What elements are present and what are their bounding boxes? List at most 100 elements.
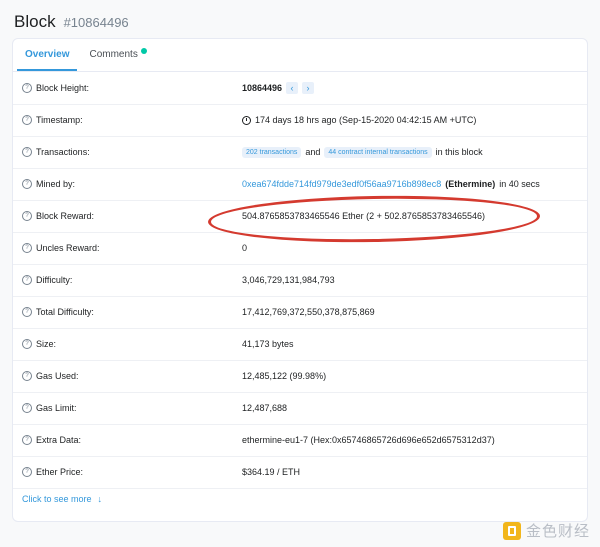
page-header: Block #10864496 [14,12,129,36]
see-more-label: Click to see more [22,494,92,504]
row-ether-price: ? Ether Price: $364.19 / ETH [13,456,587,489]
block-details-card: Overview Comments ? Block Height: 108644… [12,38,588,522]
see-more-link[interactable]: Click to see more ↓ [22,494,102,504]
row-value: 174 days 18 hrs ago (Sep-15-2020 04:42:1… [242,115,476,125]
uncles-reward-value: 0 [242,243,248,253]
question-icon[interactable]: ? [22,243,32,253]
page-title: Block [14,12,56,31]
row-label: ? Size: [22,339,56,349]
row-block-reward: ? Block Reward: 504.8765853783465546 Eth… [13,200,587,233]
row-difficulty: ? Difficulty: 3,046,729,131,984,793 [13,264,587,297]
gas-used-label: Gas Used: [36,371,79,381]
question-icon[interactable]: ? [22,435,32,445]
block-height-label: Block Height: [36,83,90,93]
question-icon[interactable]: ? [22,115,32,125]
clock-icon [242,115,251,125]
question-icon[interactable]: ? [22,83,32,93]
uncles-reward-label: Uncles Reward: [36,243,100,253]
question-icon[interactable]: ? [22,403,32,413]
row-label: ? Extra Data: [22,435,81,445]
row-block-height: ? Block Height: 10864496 ‹ › [13,72,587,105]
gas-limit-value: 12,487,688 [242,403,288,413]
internal-transactions-badge[interactable]: 44 contract internal transactions [324,146,432,158]
comments-indicator-dot [140,48,147,54]
timestamp-label: Timestamp: [36,115,83,125]
transactions-badge[interactable]: 202 transactions [242,146,302,158]
gas-limit-label: Gas Limit: [36,403,77,413]
row-value: 41,173 bytes [242,339,294,349]
row-label: ? Block Reward: [22,211,94,221]
row-value: 12,487,688 [242,403,287,413]
difficulty-value: 3,046,729,131,984,793 [242,275,335,285]
miner-name: (Ethermine) [445,179,496,189]
row-uncles-reward: ? Uncles Reward: 0 [13,232,587,265]
mined-by-suffix: in 40 secs [499,179,540,189]
mined-by-label: Mined by: [36,179,76,189]
miner-address-link[interactable]: 0xea674fdde714fd979de3edf0f56aa9716b898e… [242,179,441,189]
row-label: ? Difficulty: [22,275,72,285]
difficulty-label: Difficulty: [36,275,73,285]
size-value: 41,173 bytes [242,339,294,349]
row-value: 17,412,769,372,550,378,875,869 [242,307,375,317]
row-total-difficulty: ? Total Difficulty: 17,412,769,372,550,3… [13,296,587,329]
row-extra-data: ? Extra Data: ethermine-eu1-7 (Hex:0x657… [13,424,587,457]
question-icon[interactable]: ? [22,179,32,189]
row-label: ? Mined by: [22,179,75,189]
extra-data-label: Extra Data: [36,435,82,445]
row-value: ethermine-eu1-7 (Hex:0x65746865726d696e6… [242,435,495,445]
row-value: $364.19 / ETH [242,467,300,477]
total-difficulty-label: Total Difficulty: [36,307,94,317]
gas-used-value: 12,485,122 (99.98%) [242,371,327,381]
row-label: ? Gas Limit: [22,403,77,413]
row-label: ? Gas Used: [22,371,79,381]
transactions-label: Transactions: [36,147,90,157]
block-id: #10864496 [63,15,129,30]
ether-price-value: $364.19 / ETH [242,467,301,477]
row-value: 504.8765853783465546 Ether (2 + 502.8765… [242,211,485,221]
tab-comments-label: Comments [89,49,138,60]
question-icon[interactable]: ? [22,211,32,221]
row-value: 3,046,729,131,984,793 [242,275,335,285]
next-block-button[interactable]: › [302,82,315,94]
row-value: 202 transactions and 44 contract interna… [242,146,483,158]
timestamp-value: 174 days 18 hrs ago (Sep-15-2020 04:42:1… [255,115,477,125]
row-label: ? Block Height: [22,83,89,93]
row-transactions: ? Transactions: 202 transactions and 44 … [13,136,587,169]
row-gas-used: ? Gas Used: 12,485,122 (99.98%) [13,360,587,393]
ether-price-label: Ether Price: [36,467,84,477]
question-icon[interactable]: ? [22,467,32,477]
watermark-text: 金色财经 [525,523,590,540]
question-icon[interactable]: ? [22,339,32,349]
row-mined-by: ? Mined by: 0xea674fdde714fd979de3edf0f5… [13,168,587,201]
row-gas-limit: ? Gas Limit: 12,487,688 [13,392,587,425]
question-icon[interactable]: ? [22,371,32,381]
row-label: ? Uncles Reward: [22,243,100,253]
row-label: ? Ether Price: [22,467,83,477]
row-size: ? Size: 41,173 bytes [13,328,587,361]
row-timestamp: ? Timestamp: 174 days 18 hrs ago (Sep-15… [13,104,587,137]
row-label: ? Transactions: [22,147,90,157]
tab-overview[interactable]: Overview [17,39,78,71]
watermark-logo-icon [502,521,521,540]
row-value: 0 [242,243,247,253]
transactions-suffix: in this block [435,147,483,157]
extra-data-value: ethermine-eu1-7 (Hex:0x65746865726d696e6… [242,435,495,445]
block-reward-label: Block Reward: [36,211,95,221]
question-icon[interactable]: ? [22,275,32,285]
arrow-down-icon: ↓ [97,494,103,504]
tab-bar: Overview Comments [13,39,587,72]
total-difficulty-value: 17,412,769,372,550,378,875,869 [242,307,375,317]
block-reward-value: 504.8765853783465546 Ether (2 + 502.8765… [242,211,485,221]
row-label: ? Timestamp: [22,115,83,125]
question-icon[interactable]: ? [22,147,32,157]
question-icon[interactable]: ? [22,307,32,317]
row-value: 0xea674fdde714fd979de3edf0f56aa9716b898e… [242,179,540,189]
watermark: 金色财经 [502,520,590,541]
tab-comments[interactable]: Comments [81,39,147,71]
row-label: ? Total Difficulty: [22,307,94,317]
size-label: Size: [36,339,57,349]
row-value: 12,485,122 (99.98%) [242,371,326,381]
row-value: 10864496 ‹ › [242,82,315,94]
prev-block-button[interactable]: ‹ [286,82,299,94]
transactions-and: and [305,147,321,157]
